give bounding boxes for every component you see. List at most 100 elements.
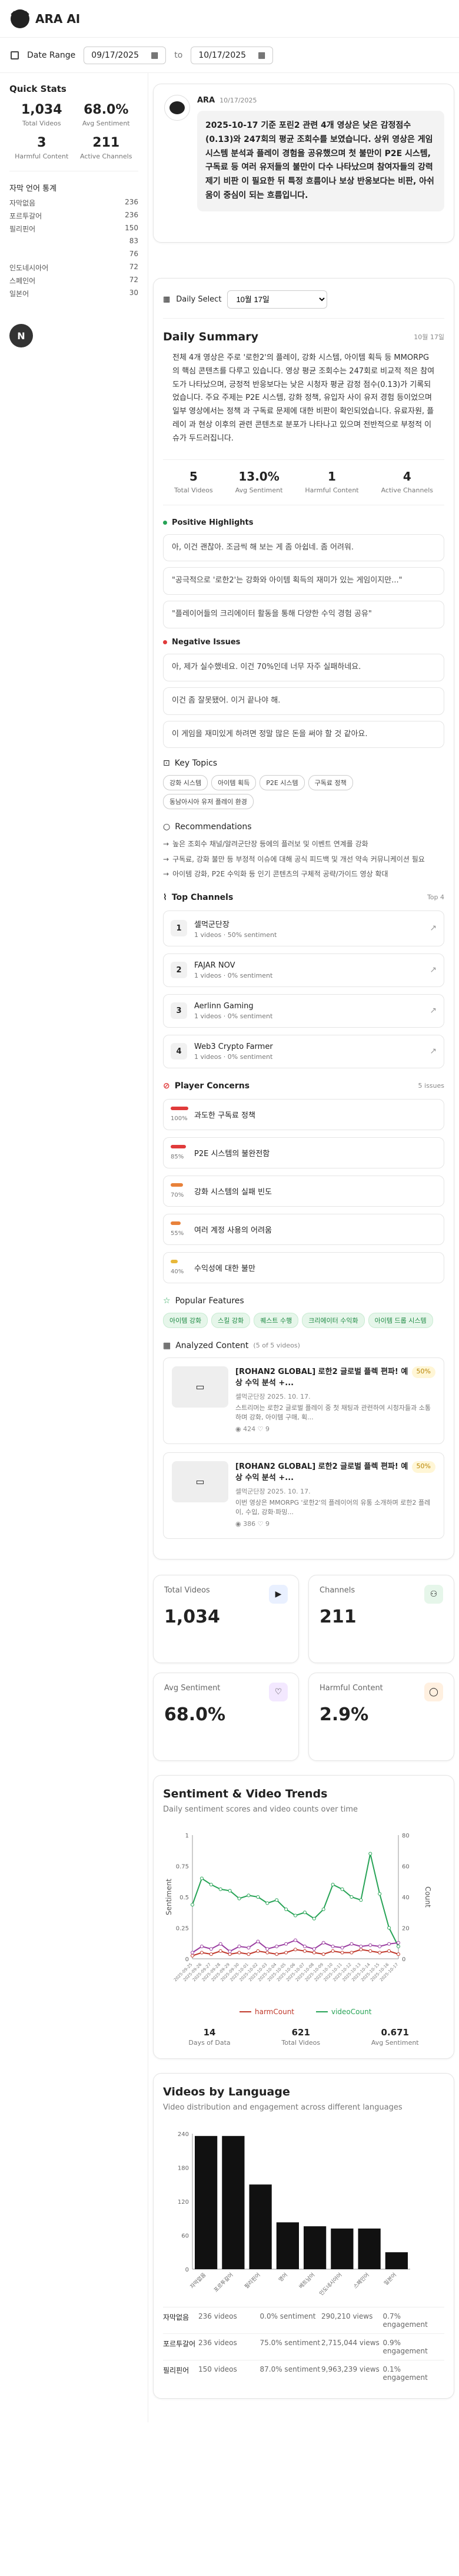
trend-chart-card: Sentiment & Video Trends Daily sentiment… xyxy=(153,1774,454,2060)
daily-select-label: Daily Select xyxy=(176,295,222,304)
top-channels-meta: Top 4 xyxy=(427,893,444,902)
channel-info: FAJAR NOV 1 videos · 0% sentiment xyxy=(194,961,272,979)
language-count: 30 xyxy=(129,289,138,297)
language-item[interactable]: 일본어 30 xyxy=(9,289,138,302)
video-icon: ▶ xyxy=(269,1584,288,1604)
metric-cards: Total Videos 1,034 ▶ Channels 211 ⚇ Avg Sentim… xyxy=(148,1574,459,1761)
topic-tag[interactable]: 강화 시스템 xyxy=(163,775,208,791)
popular-features-title: ☆ Popular Features xyxy=(163,1296,244,1306)
series-point-videoCount xyxy=(284,1908,288,1912)
language-list: 자막없음 236 포르투갈어 236 필리핀어 150 83 76 인도네시아어 72 스페인어 72… xyxy=(9,198,138,302)
y2-tick-label: 80 xyxy=(402,1833,410,1839)
stat-label: Total Videos xyxy=(22,120,61,127)
series-point-sentiment xyxy=(275,1945,279,1949)
series-point-videoCount xyxy=(247,1893,251,1898)
language-item[interactable]: 포르투갈어 236 xyxy=(9,211,138,224)
series-point-sentiment xyxy=(312,1947,316,1951)
eye-icon: ◉ xyxy=(235,1519,244,1528)
arrow-icon: → xyxy=(163,855,169,863)
series-point-sentiment xyxy=(191,1951,194,1955)
kpi-item: 13.0% Avg Sentiment xyxy=(235,469,283,495)
topic-tag[interactable]: 아이템 획득 xyxy=(211,775,257,791)
daily-select[interactable]: 10월 17일 xyxy=(227,290,328,309)
avatar[interactable]: N xyxy=(9,324,33,347)
series-point-harmCount xyxy=(218,1949,222,1953)
series-point-harmCount xyxy=(275,1952,279,1956)
series-point-harmCount xyxy=(387,1949,391,1953)
end-date-input[interactable]: 10/17/2025 ▦ xyxy=(191,46,274,64)
feature-tag[interactable]: 아이템 강화 xyxy=(163,1312,208,1328)
concern-level-bar xyxy=(171,1221,181,1225)
series-point-sentiment xyxy=(321,1941,325,1945)
external-link-icon[interactable]: ↗ xyxy=(430,1047,437,1056)
topic-tag[interactable]: P2E 시스템 xyxy=(260,775,305,791)
series-point-videoCount xyxy=(294,1913,297,1918)
series-point-harmCount xyxy=(209,1952,213,1956)
series-point-videoCount xyxy=(302,1911,307,1915)
daily-summary-date: 10월 17일 xyxy=(414,333,444,341)
external-link-icon[interactable]: ↗ xyxy=(430,923,437,933)
legend-label: videoCount xyxy=(331,2008,372,2016)
concern-text: 여러 계정 사용의 어려움 xyxy=(194,1226,272,1235)
topic-tag[interactable]: 구독료 정책 xyxy=(308,775,353,791)
feature-tag[interactable]: 아이템 드롭 시스템 xyxy=(368,1312,433,1328)
feature-tag[interactable]: 스킬 강화 xyxy=(211,1312,251,1328)
series-point-sentiment xyxy=(199,1945,204,1949)
tag-icon: ⊡ xyxy=(163,759,170,769)
feature-tag[interactable]: 퀘스트 수행 xyxy=(254,1312,299,1328)
channel-item[interactable]: 3 Aerlinn Gaming 1 videos · 0% sentiment ↗ xyxy=(163,994,444,1028)
feature-tag[interactable]: 크리에이터 수익화 xyxy=(302,1312,365,1328)
language-views: 290,210 views xyxy=(321,2312,373,2320)
metric-value: 1,034 xyxy=(164,1606,220,1627)
language-videos: 236 videos xyxy=(198,2312,237,2320)
message-text: 2025-10-17 기준 포린2 관련 4개 영상은 낮은 감정점수(0.13… xyxy=(197,111,444,211)
topic-tag[interactable]: 동남아시아 유저 플레이 환경 xyxy=(163,794,254,810)
trend-summary-value: 14 xyxy=(203,2027,216,2038)
channel-item[interactable]: 4 Web3 Crypto Farmer 1 videos · 0% sentime… xyxy=(163,1034,444,1068)
video-card[interactable]: ▭ [ROHAN2 GLOBAL] 로한2 글로벌 플렉 편파! 예상 수익 분석… xyxy=(163,1452,444,1539)
alert-icon: ◯ xyxy=(424,1682,443,1701)
x-tick-label: 스페인어 xyxy=(352,2272,371,2290)
channel-meta: 1 videos · 0% sentiment xyxy=(194,1052,273,1061)
series-point-sentiment xyxy=(359,1945,363,1949)
language-item[interactable]: 필리핀어 150 xyxy=(9,224,138,237)
kpi-item: 1 Harmful Content xyxy=(305,469,358,495)
language-item[interactable]: 76 xyxy=(9,250,138,263)
series-point-harmCount xyxy=(350,1951,354,1955)
concern-item: 85% P2E 시스템의 불완전함 xyxy=(163,1137,444,1168)
series-point-harmCount xyxy=(247,1952,251,1956)
video-date: 2025. 10. 17. xyxy=(267,1487,311,1495)
concern-level: 85% xyxy=(171,1144,188,1161)
series-point-videoCount xyxy=(256,1895,260,1899)
channel-meta: 1 videos · 50% sentiment xyxy=(194,931,277,939)
trend-summary-value: 621 xyxy=(291,2027,310,2038)
external-link-icon[interactable]: ↗ xyxy=(430,1006,437,1015)
video-desc: 이번 영상은 MMORPG '로한2'의 플레이어의 유통 소개하며 로한2 플… xyxy=(235,1498,431,1517)
video-body: [ROHAN2 GLOBAL] 로한2 글로벌 플렉 편파! 예상 수익 분석 … xyxy=(235,1366,435,1435)
x-tick-label: 일본어 xyxy=(383,2272,398,2286)
language-item[interactable]: 83 xyxy=(9,237,138,250)
language-item[interactable]: 자막없음 236 xyxy=(9,198,138,211)
y-tick-label: 0 xyxy=(185,2267,189,2273)
negative-title: Negative Issues xyxy=(163,638,444,647)
arrow-icon: → xyxy=(163,840,169,849)
video-card[interactable]: ▭ [ROHAN2 GLOBAL] 로한2 글로벌 플렉 편파! 예상 수익 분석… xyxy=(163,1357,444,1444)
language-item[interactable]: 스페인어 72 xyxy=(9,276,138,289)
series-point-sentiment xyxy=(378,1945,382,1949)
channel-item[interactable]: 2 FAJAR NOV 1 videos · 0% sentiment ↗ xyxy=(163,953,444,987)
language-row: 필리핀어 150 videos 87.0% sentiment 9,963,239 v… xyxy=(163,2359,444,2386)
language-item[interactable]: 인도네시아어 72 xyxy=(9,263,138,276)
channel-item[interactable]: 1 셀먹군단장 1 videos · 50% sentiment ↗ xyxy=(163,910,444,946)
player-concerns-meta: 5 issues xyxy=(418,1082,444,1090)
series-point-harmCount xyxy=(359,1948,363,1952)
video-icon: ▭ xyxy=(195,1381,205,1393)
start-date-input[interactable]: 09/17/2025 ▦ xyxy=(84,46,167,64)
y-tick-label: 240 xyxy=(178,2131,189,2138)
external-link-icon[interactable]: ↗ xyxy=(430,965,437,975)
message-sender: ARA xyxy=(197,96,215,105)
y2-tick-label: 40 xyxy=(402,1895,410,1901)
series-point-sentiment xyxy=(368,1943,372,1948)
series-line-videoCount xyxy=(192,1853,399,1947)
negative-quote: 아, 제가 실수했네요. 이건 70%인데 너무 자주 실패하네요. xyxy=(163,654,444,681)
channel-rank: 4 xyxy=(171,1043,187,1060)
